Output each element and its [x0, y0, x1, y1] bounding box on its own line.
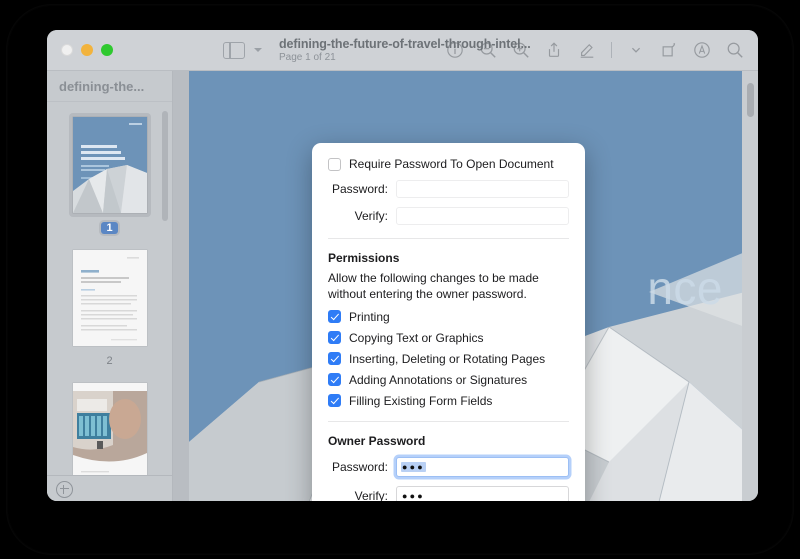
close-button[interactable] — [61, 44, 73, 56]
user-password-input[interactable] — [396, 180, 569, 198]
list-item[interactable]: 3 — [47, 379, 172, 476]
maximize-button[interactable] — [101, 44, 113, 56]
page-preview — [72, 250, 147, 346]
page-area-gutter — [742, 71, 758, 501]
chevron-down-icon[interactable] — [254, 48, 262, 52]
toolbar-right — [446, 30, 744, 70]
form-fields-checkbox[interactable] — [328, 394, 341, 408]
thumbnail-page-3[interactable] — [69, 379, 151, 476]
user-verify-label: Verify: — [354, 209, 388, 223]
cover-heading-text: nce — [647, 262, 723, 314]
inserting-checkbox[interactable] — [328, 352, 341, 366]
zoom-in-icon[interactable] — [512, 41, 530, 59]
page-scrollbar[interactable] — [747, 83, 754, 117]
owner-password-input[interactable]: ●●● — [396, 456, 569, 477]
owner-verify-input[interactable]: ●●● — [396, 485, 569, 501]
user-password-label: Password: — [331, 182, 388, 196]
zoom-out-icon[interactable] — [479, 41, 497, 59]
minimize-button[interactable] — [81, 44, 93, 56]
share-icon[interactable] — [545, 41, 563, 59]
page-preview — [72, 117, 147, 213]
page-number-label: 2 — [106, 355, 113, 367]
owner-password-row: Password: ●●● — [328, 456, 569, 477]
require-password-row[interactable]: Require Password To Open Document — [328, 157, 569, 171]
traffic-lights — [61, 44, 113, 56]
permission-label: Adding Annotations or Signatures — [349, 372, 528, 387]
screenshot-root: defining-the-future-of-travel-through-in… — [0, 0, 800, 559]
permissions-description: Allow the following changes to be made w… — [328, 271, 539, 301]
permission-inserting[interactable]: Inserting, Deleting or Rotating Pages — [328, 352, 569, 366]
thumbnail-page-1[interactable] — [68, 113, 151, 217]
list-item[interactable]: 2 — [47, 246, 172, 367]
thumbnail-page-2[interactable] — [69, 246, 151, 350]
divider — [328, 238, 569, 239]
permission-form-fields[interactable]: Filling Existing Form Fields — [328, 394, 569, 408]
chevron-down-icon[interactable] — [627, 41, 645, 59]
preview-app-window: defining-the-future-of-travel-through-in… — [47, 30, 758, 501]
user-verify-input[interactable] — [396, 207, 569, 225]
toolbar-separator — [611, 42, 612, 58]
require-password-label: Require Password To Open Document — [349, 157, 554, 171]
sidebar-scrollbar[interactable] — [162, 111, 168, 221]
owner-password-label: Password: — [331, 459, 388, 474]
permission-annotations[interactable]: Adding Annotations or Signatures — [328, 373, 569, 387]
sidebar-header: defining-the... — [47, 71, 172, 102]
owner-verify-value: ●●● — [402, 490, 425, 501]
permission-label: Printing — [349, 309, 390, 324]
list-item[interactable]: 1 — [47, 113, 172, 234]
sidebar-thumbnail-list: 1 2 — [47, 101, 172, 476]
printing-checkbox[interactable] — [328, 310, 341, 324]
pdf-permissions-dialog: Require Password To Open Document Passwo… — [312, 143, 585, 501]
permissions-heading: Permissions — [328, 251, 400, 265]
owner-password-value: ●●● — [401, 461, 426, 472]
sidebar-toggle-icon[interactable] — [223, 41, 245, 59]
add-page-button[interactable] — [56, 480, 73, 498]
permission-label: Filling Existing Form Fields — [349, 393, 493, 408]
search-icon[interactable] — [726, 41, 744, 59]
page-preview — [72, 383, 147, 476]
permission-printing[interactable]: Printing — [328, 310, 569, 324]
permission-label: Copying Text or Graphics — [349, 330, 484, 345]
user-verify-row: Verify: — [328, 207, 569, 225]
permission-label: Inserting, Deleting or Rotating Pages — [349, 351, 546, 366]
permission-copying[interactable]: Copying Text or Graphics — [328, 331, 569, 345]
annotate-icon[interactable] — [693, 41, 711, 59]
markup-pen-icon[interactable] — [578, 41, 596, 59]
owner-verify-row: Verify: ●●● — [328, 485, 569, 501]
annotations-checkbox[interactable] — [328, 373, 341, 387]
owner-verify-label: Verify: — [354, 488, 388, 501]
window-body: defining-the... 1 2 nce Require Password… — [47, 71, 758, 501]
window-titlebar: defining-the-future-of-travel-through-in… — [47, 30, 758, 71]
sidebar-footer — [47, 475, 172, 501]
page-number-badge: 1 — [101, 222, 118, 234]
owner-password-heading: Owner Password — [328, 433, 426, 448]
info-icon[interactable] — [446, 41, 464, 59]
divider — [328, 420, 569, 422]
rotate-icon[interactable] — [660, 41, 678, 59]
thumbnail-sidebar: defining-the... 1 2 — [47, 71, 173, 501]
user-password-row: Password: — [328, 180, 569, 198]
require-password-checkbox[interactable] — [328, 157, 341, 171]
copying-checkbox[interactable] — [328, 331, 341, 345]
